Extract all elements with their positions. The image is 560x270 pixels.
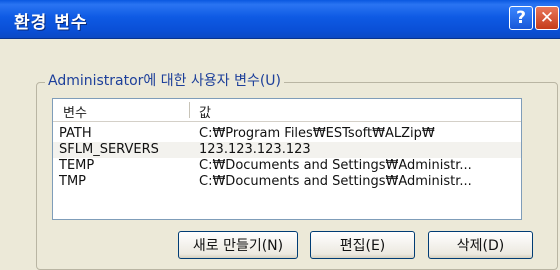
variable-value: C:₩Documents and Settings₩Administr...	[199, 158, 472, 173]
variable-name: SFLM_SERVERS	[59, 142, 159, 157]
variable-name: TMP	[59, 174, 86, 189]
user-variables-list[interactable]: 변수 값 PATH C:₩Program Files₩ESTsoft₩ALZip…	[52, 98, 522, 220]
list-row-temp[interactable]: TEMP C:₩Documents and Settings₩Administr…	[53, 158, 521, 174]
list-row-tmp[interactable]: TMP C:₩Documents and Settings₩Administr.…	[53, 174, 521, 190]
help-button[interactable]: ?	[509, 6, 533, 30]
title-bar: 환경 변수 ? ✕	[0, 0, 560, 39]
variable-value: 123.123.123.123	[199, 142, 311, 157]
variable-value: C:₩Program Files₩ESTsoft₩ALZip₩	[199, 126, 435, 141]
variable-value: C:₩Documents and Settings₩Administr...	[199, 174, 472, 189]
close-button[interactable]: ✕	[535, 6, 559, 30]
variable-name: PATH	[59, 126, 92, 141]
column-header-variable[interactable]: 변수	[63, 102, 87, 121]
column-divider[interactable]	[189, 102, 190, 118]
list-row-path[interactable]: PATH C:₩Program Files₩ESTsoft₩ALZip₩	[53, 126, 521, 142]
edit-button[interactable]: 편집(E)	[310, 231, 415, 259]
column-header-value[interactable]: 값	[199, 102, 211, 121]
list-row-sflm-servers[interactable]: SFLM_SERVERS 123.123.123.123	[53, 142, 521, 158]
window-title: 환경 변수	[14, 13, 88, 33]
delete-button[interactable]: 삭제(D)	[428, 231, 533, 259]
new-button[interactable]: 새로 만들기(N)	[178, 231, 298, 259]
user-variables-group-label: Administrator에 대한 사용자 변수(U)	[45, 70, 284, 90]
variable-name: TEMP	[59, 158, 95, 173]
list-header: 변수 값	[53, 99, 521, 122]
